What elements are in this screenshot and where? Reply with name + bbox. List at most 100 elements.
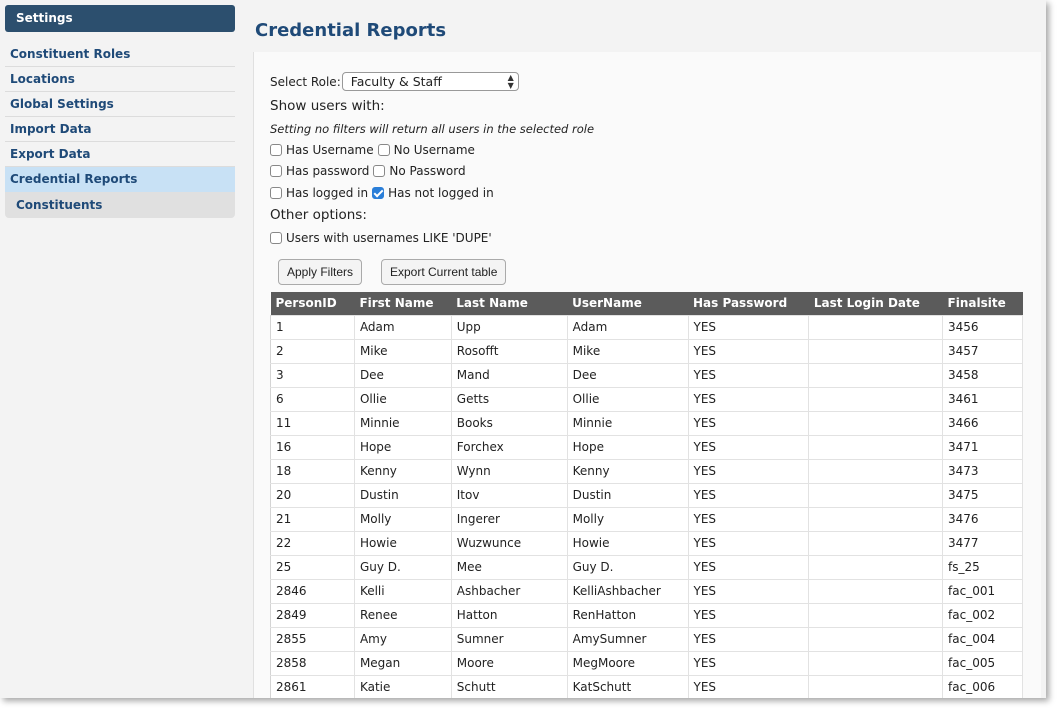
sidebar-item-credential-reports[interactable]: Credential Reports <box>5 167 235 192</box>
cell-username: Molly <box>566 506 689 532</box>
dupe-usernames-checkbox[interactable] <box>270 232 282 244</box>
cell-last-name: Books <box>450 410 568 436</box>
cell-finalsite: 3466 <box>942 410 1023 436</box>
cell-person-id: 2855 <box>270 626 355 652</box>
cell-username: RenHatton <box>566 602 689 628</box>
table-row: 2858 Megan Moore MegMoore YES fac_005 <box>270 650 1023 676</box>
cell-person-id: 2858 <box>270 650 355 676</box>
has-password-label: Has password <box>286 164 370 178</box>
has-username-checkbox[interactable] <box>270 144 282 156</box>
cell-last-name: Sumner <box>450 626 568 652</box>
cell-last-login-date <box>808 602 944 628</box>
cell-username: Hope <box>566 434 689 460</box>
column-header-finalsite[interactable]: Finalsite <box>942 292 1023 315</box>
table-row: 20 Dustin Itov Dustin YES 3475 <box>270 482 1023 508</box>
cell-finalsite: fs_25 <box>942 554 1023 580</box>
cell-finalsite: fac_005 <box>942 650 1023 676</box>
table-row: 2861 Katie Schutt KatSchutt YES fac_006 <box>270 674 1023 698</box>
cell-has-password: YES <box>687 410 810 436</box>
credential-table: PersonID First Name Last Name UserName Has P… <box>270 292 1023 698</box>
cell-username: Mike <box>566 338 689 364</box>
sidebar-item-constituent-roles[interactable]: Constituent Roles <box>5 42 235 67</box>
cell-first-name: Amy <box>353 626 452 652</box>
cell-last-name: Hatton <box>450 602 568 628</box>
sidebar-subitem-constituents[interactable]: Constituents <box>5 192 235 218</box>
export-table-button[interactable]: Export Current table <box>381 259 507 285</box>
cell-last-name: Itov <box>450 482 568 508</box>
cell-last-name: Wuzwunce <box>450 530 568 556</box>
table-row: 25 Guy D. Mee Guy D. YES fs_25 <box>270 554 1023 580</box>
cell-username: Minnie <box>566 410 689 436</box>
column-header-username[interactable]: UserName <box>567 292 689 315</box>
cell-person-id: 6 <box>270 386 355 412</box>
cell-last-login-date <box>808 530 944 556</box>
table-row: 21 Molly Ingerer Molly YES 3476 <box>270 506 1023 532</box>
cell-finalsite: fac_002 <box>942 602 1023 628</box>
cell-username: Dustin <box>566 482 689 508</box>
cell-username: Ollie <box>566 386 689 412</box>
cell-last-name: Rosofft <box>450 338 568 364</box>
table-row: 2 Mike Rosofft Mike YES 3457 <box>270 338 1023 364</box>
table-row: 3 Dee Mand Dee YES 3458 <box>270 362 1023 388</box>
sidebar-item-global-settings[interactable]: Global Settings <box>5 92 235 117</box>
cell-username: Howie <box>566 530 689 556</box>
cell-person-id: 16 <box>270 434 355 460</box>
cell-first-name: Kenny <box>353 458 452 484</box>
column-header-last-login-date[interactable]: Last Login Date <box>808 292 943 315</box>
table-row: 1 Adam Upp Adam YES 3456 <box>270 314 1023 340</box>
cell-has-password: YES <box>687 434 810 460</box>
sidebar-item-import-data[interactable]: Import Data <box>5 117 235 142</box>
column-header-person-id[interactable]: PersonID <box>270 292 355 315</box>
cell-last-name: Mee <box>450 554 568 580</box>
cell-last-name: Upp <box>450 314 568 340</box>
cell-last-login-date <box>808 554 944 580</box>
cell-last-login-date <box>808 674 944 698</box>
cell-has-password: YES <box>687 602 810 628</box>
role-select-value: Faculty & Staff <box>350 74 442 89</box>
sidebar-item-locations[interactable]: Locations <box>5 67 235 92</box>
cell-username: AmySumner <box>566 626 689 652</box>
table-header-row: PersonID First Name Last Name UserName Has P… <box>270 292 1023 315</box>
cell-person-id: 2849 <box>270 602 355 628</box>
cell-username: Kenny <box>566 458 689 484</box>
apply-filters-button[interactable]: Apply Filters <box>278 259 363 285</box>
has-password-checkbox[interactable] <box>270 165 282 177</box>
cell-last-name: Mand <box>450 362 568 388</box>
other-options-heading: Other options: <box>270 207 367 223</box>
role-select[interactable]: Faculty & Staff ▲ ▼ <box>341 72 519 91</box>
table-row: 2846 Kelli Ashbacher KelliAshbacher YES fac_0… <box>270 578 1023 604</box>
cell-finalsite: 3456 <box>942 314 1023 340</box>
table-row: 2849 Renee Hatton RenHatton YES fac_002 <box>270 602 1023 628</box>
has-username-label: Has Username <box>286 143 374 157</box>
cell-person-id: 20 <box>270 482 355 508</box>
no-password-checkbox[interactable] <box>373 165 386 177</box>
cell-person-id: 2861 <box>270 674 355 698</box>
role-label: Select Role: <box>270 74 341 89</box>
cell-person-id: 25 <box>270 554 355 580</box>
cell-has-password: YES <box>687 626 810 652</box>
cell-person-id: 22 <box>270 530 355 556</box>
cell-person-id: 2 <box>270 338 355 364</box>
has-not-logged-in-checkbox[interactable] <box>372 187 385 199</box>
no-username-checkbox[interactable] <box>377 144 390 156</box>
cell-username: Dee <box>566 362 689 388</box>
cell-finalsite: 3475 <box>942 482 1023 508</box>
cell-first-name: Guy D. <box>353 554 452 580</box>
main-content: Select Role: Faculty & Staff ▲ ▼ Show use… <box>253 52 1041 698</box>
cell-last-login-date <box>808 362 944 388</box>
column-header-has-password[interactable]: Has Password <box>688 292 809 315</box>
cell-has-password: YES <box>687 314 810 340</box>
cell-finalsite: 3476 <box>942 506 1023 532</box>
cell-has-password: YES <box>687 554 810 580</box>
cell-last-login-date <box>808 458 944 484</box>
column-header-first-name[interactable]: First Name <box>354 292 452 315</box>
cell-finalsite: fac_001 <box>942 578 1023 604</box>
has-logged-in-checkbox[interactable] <box>270 187 282 199</box>
filter-note: Setting no filters will return all users… <box>270 122 595 136</box>
cell-finalsite: 3477 <box>942 530 1023 556</box>
cell-last-name: Wynn <box>450 458 568 484</box>
cell-first-name: Ollie <box>353 386 452 412</box>
sidebar-item-export-data[interactable]: Export Data <box>5 142 235 167</box>
column-header-last-name[interactable]: Last Name <box>451 292 568 315</box>
table-row: 16 Hope Forchex Hope YES 3471 <box>270 434 1023 460</box>
